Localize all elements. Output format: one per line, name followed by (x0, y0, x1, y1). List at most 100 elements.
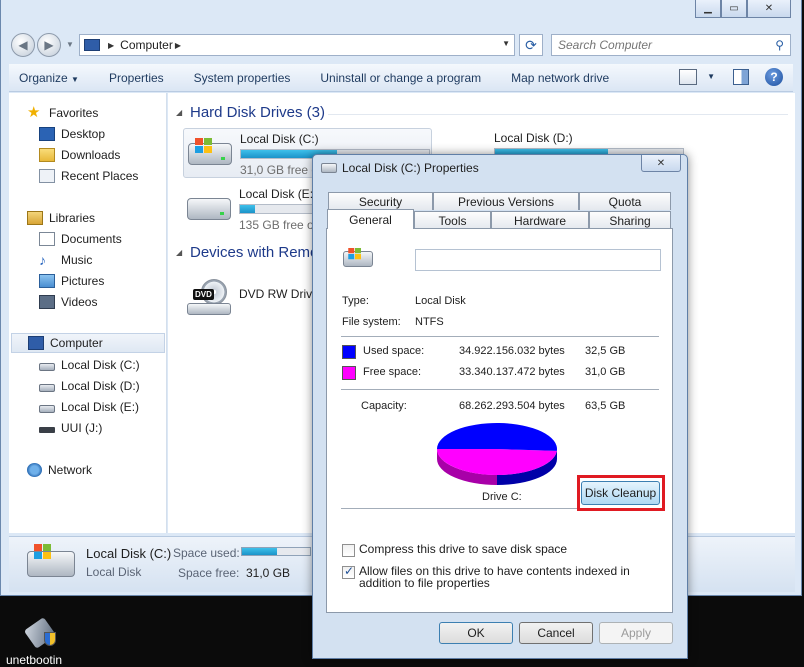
sidebar-item-pictures[interactable]: Pictures (39, 271, 104, 291)
capacity-label: Capacity: (361, 400, 407, 412)
dvd-drive-icon: DVD (187, 279, 231, 315)
separator (341, 389, 659, 390)
free-space-swatch (342, 366, 356, 380)
ok-button[interactable]: OK (439, 622, 513, 644)
recent-pages-dropdown-icon[interactable]: ▼ (66, 40, 74, 49)
drive-free-text: 31,0 GB free of (240, 163, 322, 177)
restore-icon: ▭ (729, 3, 739, 14)
index-contents-label: Allow files on this drive to have conten… (359, 564, 630, 590)
separator (341, 336, 659, 337)
view-options-dropdown-icon[interactable]: ▼ (707, 72, 715, 81)
drive-name: Local Disk (C:) (240, 132, 319, 146)
usb-drive-icon (39, 427, 55, 433)
file-system-value: NTFS (415, 316, 444, 328)
search-box[interactable]: ⚲ (551, 34, 791, 56)
help-icon[interactable]: ? (765, 68, 783, 86)
search-icon[interactable]: ⚲ (775, 38, 784, 52)
details-drive-type: Local Disk (86, 565, 142, 579)
tab-quota[interactable]: Quota (579, 192, 671, 210)
desktop-shortcut-label[interactable]: unetbootin (6, 653, 62, 667)
minimize-button[interactable]: ▁ (695, 0, 721, 18)
forward-button[interactable]: ▶ (37, 33, 61, 57)
navigation-bar: ◀ ▶ ▼ ▶ Computer ▶ ▼ ⟳ ⚲ (1, 28, 801, 62)
hard-drive-icon (39, 404, 55, 413)
breadcrumb-chevron-icon[interactable]: ▶ (175, 41, 181, 50)
tab-tools[interactable]: Tools (414, 211, 491, 229)
drive-caption: Drive C: (482, 491, 522, 503)
collapse-group-icon[interactable]: ◢ (176, 108, 182, 117)
sidebar-item-label: Local Disk (C:) (61, 358, 140, 372)
details-space-free-label: Space free: (178, 566, 240, 580)
file-system-label: File system: (342, 316, 401, 328)
recent-places-icon (39, 169, 55, 183)
volume-label-input[interactable] (415, 249, 661, 271)
sidebar-item-drive-c[interactable]: Local Disk (C:) (39, 355, 140, 375)
drive-usage-fill (240, 205, 256, 213)
tab-previous-versions[interactable]: Previous Versions (433, 192, 579, 210)
back-button[interactable]: ◀ (11, 33, 35, 57)
collapse-group-icon[interactable]: ◢ (176, 248, 182, 257)
properties-button[interactable]: Properties (94, 71, 179, 85)
preview-pane-icon[interactable] (733, 69, 749, 85)
videos-icon (39, 295, 55, 309)
sidebar-item-network[interactable]: Network (27, 460, 92, 480)
search-input[interactable] (558, 38, 758, 52)
group-header-hard-disk-drives[interactable]: Hard Disk Drives (3) (190, 104, 325, 121)
sidebar-item-documents[interactable]: Documents (39, 229, 122, 249)
refresh-button[interactable]: ⟳ (519, 34, 543, 56)
breadcrumb-chevron-icon[interactable]: ▶ (108, 41, 114, 50)
sidebar-item-drive-d[interactable]: Local Disk (D:) (39, 376, 140, 396)
map-network-drive-button[interactable]: Map network drive (496, 71, 624, 85)
drive-free-text: 135 GB free of (239, 218, 318, 232)
sidebar-item-favorites[interactable]: ★ Favorites (27, 103, 98, 123)
close-button[interactable]: ✕ (747, 0, 791, 18)
type-value: Local Disk (415, 295, 466, 307)
sidebar-item-drive-e[interactable]: Local Disk (E:) (39, 397, 139, 417)
uninstall-program-button[interactable]: Uninstall or change a program (305, 71, 496, 85)
address-history-dropdown-icon[interactable]: ▼ (502, 39, 510, 48)
system-properties-button[interactable]: System properties (179, 71, 306, 85)
sidebar-item-label: UUI (J:) (61, 421, 103, 435)
address-bar[interactable]: ▶ Computer ▶ ▼ (79, 34, 515, 56)
sidebar-item-libraries[interactable]: Libraries (27, 208, 95, 228)
hard-drive-icon (187, 198, 231, 220)
group-divider (328, 114, 788, 115)
cancel-button[interactable]: Cancel (519, 622, 593, 644)
breadcrumb-computer[interactable]: Computer (120, 38, 173, 52)
pie-slice-used (437, 423, 557, 451)
pictures-icon (39, 274, 55, 288)
change-view-icon[interactable] (679, 69, 697, 85)
sidebar-item-videos[interactable]: Videos (39, 292, 97, 312)
compress-drive-option[interactable]: Compress this drive to save disk space (342, 543, 659, 557)
compress-drive-checkbox[interactable] (342, 544, 355, 557)
music-note-icon: ♪ (39, 252, 46, 268)
sidebar-item-computer[interactable]: Computer (11, 333, 165, 353)
details-drive-name: Local Disk (C:) (86, 546, 172, 561)
tab-security[interactable]: Security (328, 192, 433, 210)
sidebar-item-drive-j[interactable]: UUI (J:) (39, 418, 102, 438)
computer-icon (84, 39, 100, 51)
organize-menu[interactable]: Organize ▼ (9, 71, 94, 85)
index-contents-checkbox[interactable] (342, 564, 355, 579)
drive-tile-dvd[interactable]: DVD DVD RW Drive (183, 271, 323, 321)
group-header-removable-devices[interactable]: Devices with Remo (190, 244, 318, 261)
dialog-close-button[interactable]: ✕ (641, 155, 681, 172)
sidebar-item-label: Libraries (49, 211, 96, 225)
sidebar-item-recent-places[interactable]: Recent Places (39, 166, 138, 186)
sidebar-item-desktop[interactable]: Desktop (39, 124, 105, 144)
disk-cleanup-button[interactable]: Disk Cleanup (581, 481, 660, 505)
used-space-swatch (342, 345, 356, 359)
sidebar-item-music[interactable]: ♪ Music (39, 250, 92, 270)
tab-hardware[interactable]: Hardware (491, 211, 589, 229)
drive-title-icon (321, 163, 337, 173)
maximize-button[interactable]: ▭ (721, 0, 747, 18)
apply-button[interactable]: Apply (599, 622, 673, 644)
index-contents-option[interactable]: Allow files on this drive to have conten… (342, 564, 659, 590)
tab-general[interactable]: General (327, 209, 414, 229)
desktop-shortcut-unetbootin[interactable] (22, 617, 62, 650)
tab-sharing[interactable]: Sharing (589, 211, 671, 229)
drive-name: DVD RW Drive (239, 287, 319, 301)
hard-drive-icon (39, 362, 55, 371)
sidebar-item-downloads[interactable]: Downloads (39, 145, 120, 165)
sidebar-item-label: Desktop (61, 127, 106, 141)
